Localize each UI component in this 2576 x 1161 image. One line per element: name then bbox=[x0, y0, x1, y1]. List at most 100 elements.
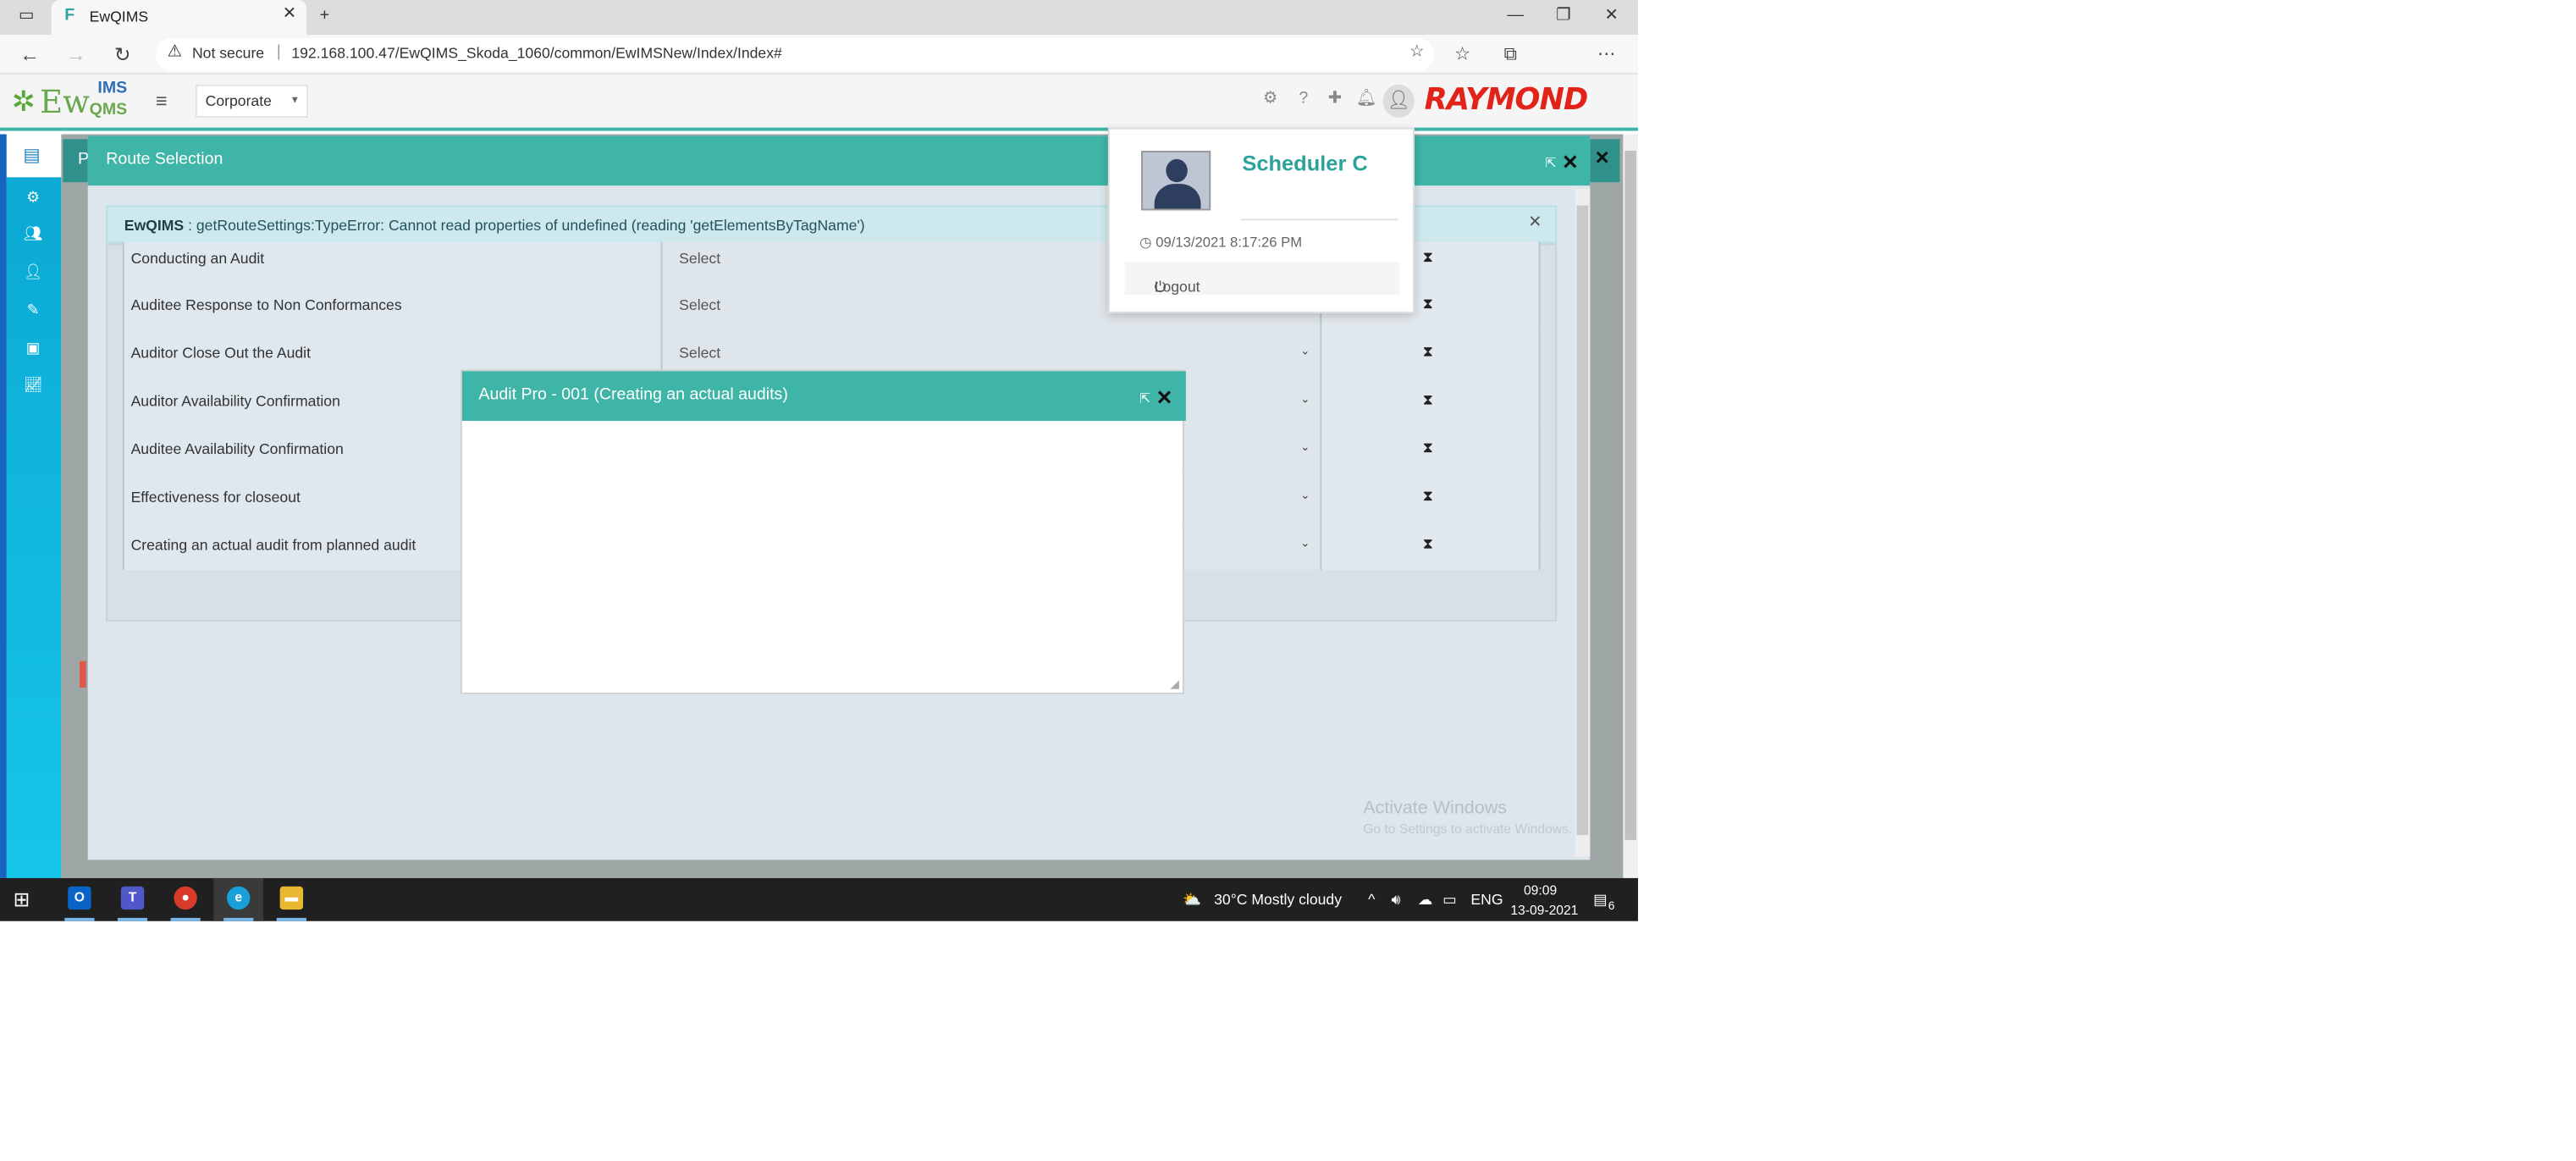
hourglass-icon[interactable]: ⧗ bbox=[1423, 439, 1433, 457]
hourglass-icon[interactable]: ⧗ bbox=[1423, 487, 1433, 506]
route-action-cell: ⧗ bbox=[1321, 473, 1541, 522]
hourglass-icon[interactable]: ⧗ bbox=[1423, 391, 1433, 410]
url-field[interactable]: ⚠ Not secure | 192.168.100.47/EwQIMS_Sko… bbox=[155, 37, 1435, 72]
user-dropdown-menu: Scheduler C ◷ 09/13/2021 8:17:26 PM ⏻ Lo… bbox=[1107, 127, 1415, 313]
expand-icon[interactable]: ⇱ bbox=[1545, 156, 1556, 171]
route-action-cell: ⧗ bbox=[1321, 329, 1541, 379]
sidebar-reports-icon[interactable]: ▣ bbox=[21, 338, 44, 357]
organization-select[interactable]: Corporate ▼ bbox=[195, 84, 308, 118]
audit-modal-close-icon[interactable]: ✕ bbox=[1156, 386, 1173, 409]
route-step-label: Conducting an Audit bbox=[130, 250, 265, 267]
weather-text[interactable]: 30°C Mostly cloudy bbox=[1214, 892, 1342, 909]
page-scrollbar[interactable] bbox=[1623, 134, 1638, 878]
resize-handle-icon[interactable]: ◢ bbox=[1170, 677, 1179, 691]
taskbar-outlook[interactable]: O bbox=[55, 878, 105, 921]
network-icon[interactable]: ▭ bbox=[1442, 892, 1457, 910]
route-modal-scrollbar[interactable] bbox=[1575, 189, 1591, 857]
audit-modal-header[interactable]: Audit Pro - 001 (Creating an actual audi… bbox=[461, 371, 1186, 421]
back-icon[interactable]: ← bbox=[17, 41, 43, 68]
hourglass-icon[interactable]: ⧗ bbox=[1423, 535, 1433, 554]
chevron-down-icon: ⌄ bbox=[1300, 538, 1310, 550]
sidebar-user-settings-icon[interactable]: 👤︎ bbox=[21, 262, 44, 281]
sidebar-item-documents[interactable]: ▤ bbox=[6, 134, 62, 178]
notification-bell-icon[interactable]: 🔔︎ bbox=[1354, 88, 1377, 111]
route-step-label: Auditor Availability Confirmation bbox=[130, 392, 340, 410]
taskbar-edge[interactable]: e bbox=[213, 877, 264, 921]
new-tab-button[interactable]: + bbox=[312, 5, 338, 28]
url-separator: | bbox=[276, 42, 281, 62]
windows-start-icon[interactable]: ⊞ bbox=[14, 890, 30, 909]
page-scrollbar-thumb[interactable] bbox=[1624, 151, 1637, 840]
chevron-down-icon: ⌄ bbox=[1300, 346, 1310, 358]
avatar-head bbox=[1166, 158, 1188, 183]
login-timestamp-value: 09/13/2021 8:17:26 PM bbox=[1156, 233, 1303, 251]
logo-ims-text: IMS bbox=[97, 79, 128, 98]
logo-flower-icon: ✲ bbox=[11, 86, 36, 118]
logo-qms-text: QMS bbox=[89, 101, 128, 119]
weather-icon[interactable]: ⛅ bbox=[1183, 892, 1201, 910]
logout-button[interactable]: ⏻ Logout bbox=[1124, 262, 1400, 296]
route-select-value: Select bbox=[679, 250, 721, 267]
ewqims-logo[interactable]: ✲ Ew IMS QMS bbox=[12, 78, 136, 124]
taskbar-chrome[interactable]: ● bbox=[161, 878, 211, 921]
taskbar-teams[interactable]: T bbox=[108, 878, 157, 921]
background-close-icon[interactable]: ✕ bbox=[1595, 147, 1610, 169]
favorites-icon[interactable]: ☆ bbox=[1451, 43, 1474, 66]
forward-icon[interactable]: → bbox=[63, 41, 89, 68]
teams-icon: T bbox=[120, 886, 145, 910]
screen: ▭ F EwQIMS ✕ + — ❐ ✕ ← → ↻ ⚠ Not secure … bbox=[0, 0, 1638, 921]
window-close-button[interactable]: ✕ bbox=[1586, 3, 1636, 30]
settings-gear-icon[interactable]: ⚙ bbox=[1259, 88, 1282, 111]
route-select-value: Select bbox=[679, 344, 721, 362]
help-icon[interactable]: ? bbox=[1292, 88, 1315, 111]
clock-date[interactable]: 13-09-2021 bbox=[1510, 903, 1578, 918]
background-red-marker bbox=[79, 661, 86, 688]
route-step-label: Auditee Availability Confirmation bbox=[130, 440, 344, 457]
more-options-icon[interactable]: ⋯ bbox=[1595, 43, 1618, 66]
alert-text: : getRouteSettings:TypeError: Cannot rea… bbox=[184, 217, 865, 234]
running-indicator bbox=[117, 917, 148, 921]
tray-chevron-up-icon[interactable]: ^ bbox=[1368, 892, 1375, 909]
hourglass-icon[interactable]: ⧗ bbox=[1423, 343, 1433, 362]
activate-windows-title: Activate Windows bbox=[1363, 799, 1508, 819]
chevron-down-icon: ⌄ bbox=[1300, 490, 1310, 502]
browser-tab-ewqims[interactable]: F EwQIMS ✕ bbox=[51, 0, 306, 36]
hamburger-menu-icon[interactable]: ≡ bbox=[156, 90, 168, 113]
taskbar-file-explorer[interactable]: ▬ bbox=[267, 878, 317, 921]
favicon-icon: F bbox=[64, 6, 75, 25]
minimize-button[interactable]: — bbox=[1491, 3, 1541, 30]
hourglass-icon[interactable]: ⧗ bbox=[1423, 248, 1433, 267]
route-select-value: Select bbox=[679, 296, 721, 313]
add-icon[interactable]: ✚ bbox=[1323, 88, 1346, 111]
restore-button[interactable]: ❐ bbox=[1539, 3, 1589, 30]
sidebar-users-icon[interactable]: 👥︎ bbox=[21, 224, 44, 243]
clock-icon: ◷ bbox=[1139, 233, 1156, 251]
refresh-icon[interactable]: ↻ bbox=[109, 41, 135, 68]
clock-time[interactable]: 09:09 bbox=[1524, 883, 1557, 898]
collections-icon[interactable]: ⧉ bbox=[1499, 43, 1522, 66]
sidebar-user-edit-icon[interactable]: ✎ bbox=[21, 300, 44, 319]
language-indicator[interactable]: ENG bbox=[1470, 892, 1503, 909]
chevron-down-icon: ⌄ bbox=[1300, 394, 1310, 406]
favorite-star-icon[interactable]: ☆ bbox=[1409, 43, 1425, 62]
notification-center-icon[interactable]: ▤ bbox=[1593, 892, 1608, 910]
expand-icon[interactable]: ⇱ bbox=[1139, 391, 1150, 406]
sidebar-settings-icon[interactable]: ⚙ bbox=[21, 187, 44, 207]
running-indicator bbox=[223, 917, 254, 921]
user-name: Scheduler C bbox=[1242, 151, 1368, 176]
running-indicator bbox=[170, 917, 201, 921]
organization-select-value: Corporate bbox=[205, 92, 272, 110]
speaker-icon[interactable]: 🔊︎ bbox=[1391, 892, 1400, 910]
route-modal-close-icon[interactable]: ✕ bbox=[1562, 151, 1579, 174]
hourglass-icon[interactable]: ⧗ bbox=[1423, 295, 1433, 313]
route-scrollbar-thumb[interactable] bbox=[1576, 205, 1589, 836]
tab-actions-icon[interactable]: ▭ bbox=[14, 5, 40, 28]
sidebar-chart-icon[interactable]: 📈︎ bbox=[21, 374, 44, 394]
running-indicator bbox=[64, 917, 95, 921]
onedrive-icon[interactable]: ☁ bbox=[1418, 892, 1433, 910]
alert-app-name: EwQIMS bbox=[124, 217, 185, 234]
alert-close-icon[interactable]: ✕ bbox=[1528, 213, 1542, 232]
tab-close-icon[interactable]: ✕ bbox=[283, 5, 296, 24]
route-action-cell: ⧗ bbox=[1321, 378, 1541, 426]
user-profile-icon[interactable]: 👤︎ bbox=[1382, 84, 1415, 118]
